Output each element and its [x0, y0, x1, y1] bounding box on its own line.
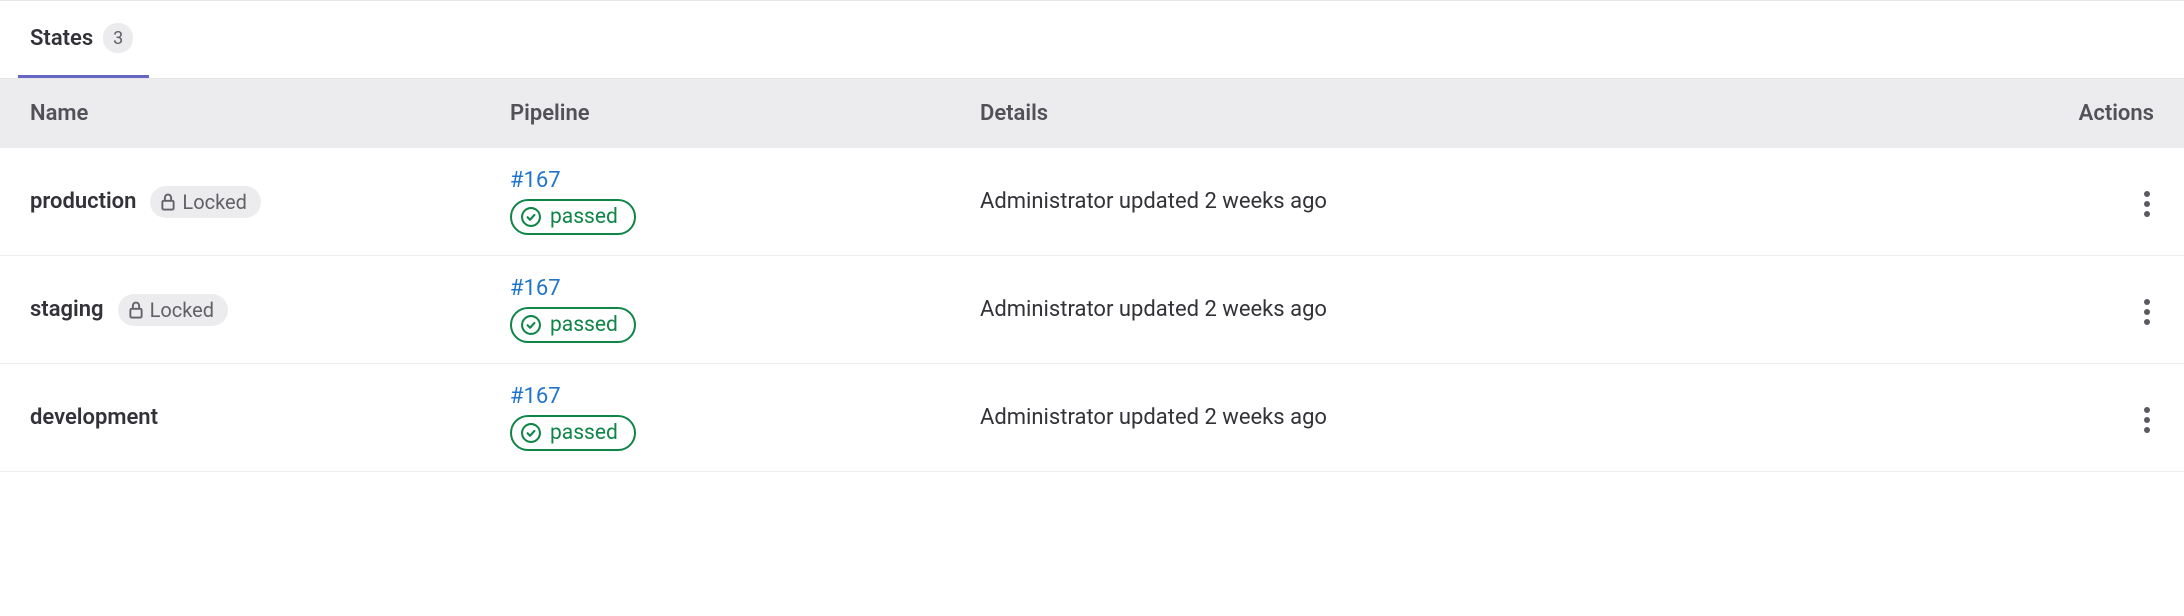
details-text: Administrator updated 2 weeks ago [980, 405, 1327, 430]
status-badge-passed[interactable]: passed [510, 307, 636, 343]
tab-states[interactable]: States 3 [18, 1, 149, 78]
column-header-pipeline: Pipeline [510, 101, 980, 126]
locked-label: Locked [182, 190, 246, 214]
tab-label: States [30, 26, 93, 51]
check-circle-icon [520, 422, 542, 444]
state-name[interactable]: production [30, 189, 136, 214]
table-header: Name Pipeline Details Actions [0, 79, 2184, 148]
pipeline-link[interactable]: #167 [510, 384, 561, 409]
state-name[interactable]: development [30, 405, 158, 430]
table-row: production Locked #167 passed Administrator … [0, 148, 2184, 256]
status-badge-passed[interactable]: passed [510, 415, 636, 451]
status-label: passed [550, 421, 618, 445]
actions-menu-button[interactable] [2140, 183, 2154, 225]
column-header-actions: Actions [2044, 101, 2154, 126]
actions-menu-button[interactable] [2140, 399, 2154, 441]
actions-menu-button[interactable] [2140, 291, 2154, 333]
status-label: passed [550, 313, 618, 337]
check-circle-icon [520, 206, 542, 228]
table-row: staging Locked #167 passed Administrator upd… [0, 256, 2184, 364]
tab-count-badge: 3 [103, 23, 133, 53]
column-header-details: Details [980, 101, 2044, 126]
details-text: Administrator updated 2 weeks ago [980, 189, 1327, 214]
check-circle-icon [520, 314, 542, 336]
status-badge-passed[interactable]: passed [510, 199, 636, 235]
table-row: development #167 passed Administrator updat… [0, 364, 2184, 472]
locked-label: Locked [150, 298, 214, 322]
state-name[interactable]: staging [30, 297, 104, 322]
lock-icon [126, 300, 146, 320]
lock-icon [158, 192, 178, 212]
status-label: passed [550, 205, 618, 229]
column-header-name: Name [30, 101, 510, 126]
pipeline-link[interactable]: #167 [510, 276, 561, 301]
locked-badge: Locked [150, 186, 260, 218]
tabs-bar: States 3 [0, 1, 2184, 79]
details-text: Administrator updated 2 weeks ago [980, 297, 1327, 322]
locked-badge: Locked [118, 294, 228, 326]
pipeline-link[interactable]: #167 [510, 168, 561, 193]
